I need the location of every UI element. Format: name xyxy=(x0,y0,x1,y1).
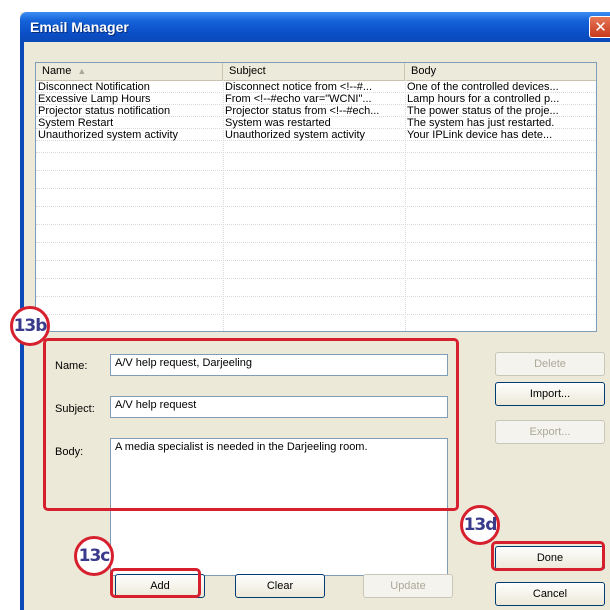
row-name: System Restart xyxy=(38,117,114,129)
row-name: Projector status notification xyxy=(38,105,171,117)
row-body: The power status of the proje... xyxy=(407,105,559,117)
grid-line xyxy=(36,188,596,189)
list-header: Name ▲ Subject Body xyxy=(36,63,596,81)
callout-done-highlight xyxy=(491,541,605,571)
callout-badge-13c: 13c xyxy=(74,536,114,576)
grid-line xyxy=(36,224,596,225)
column-header-body[interactable]: Body xyxy=(405,63,596,80)
column-header-label: Subject xyxy=(229,65,266,77)
list-row[interactable]: Excessive Lamp Hours From <!--#echo var=… xyxy=(36,93,596,105)
row-body: The system has just restarted. xyxy=(407,117,555,129)
grid-line xyxy=(36,296,596,297)
sort-ascending-icon: ▲ xyxy=(77,66,87,76)
row-body: One of the controlled devices... xyxy=(407,81,559,93)
row-subject: System was restarted xyxy=(225,117,331,129)
column-header-name[interactable]: Name ▲ xyxy=(36,63,223,80)
grid-line xyxy=(36,152,596,153)
list-row[interactable]: Projector status notification Projector … xyxy=(36,105,596,117)
window-title: Email Manager xyxy=(30,19,129,35)
close-button[interactable]: ✕ xyxy=(589,16,610,38)
row-body: Lamp hours for a controlled p... xyxy=(407,93,560,105)
column-header-subject[interactable]: Subject xyxy=(223,63,405,80)
callout-form-highlight xyxy=(43,338,459,511)
delete-button[interactable]: Delete xyxy=(495,352,605,376)
row-name: Disconnect Notification xyxy=(38,81,150,93)
row-subject: Unauthorized system activity xyxy=(225,129,365,141)
update-button[interactable]: Update xyxy=(363,574,453,598)
grid-line xyxy=(36,278,596,279)
row-subject: Disconnect notice from <!--#... xyxy=(225,81,373,93)
cancel-button[interactable]: Cancel xyxy=(495,582,605,606)
callout-add-highlight xyxy=(110,568,201,598)
list-row[interactable]: Unauthorized system activity Unauthorize… xyxy=(36,129,596,141)
row-subject: Projector status from <!--#ech... xyxy=(225,105,380,117)
grid-line xyxy=(36,170,596,171)
list-row[interactable]: Disconnect Notification Disconnect notic… xyxy=(36,81,596,93)
title-bar[interactable]: Email Manager ✕ xyxy=(20,12,610,42)
row-subject: From <!--#echo var="WCNI"... xyxy=(225,93,372,105)
callout-badge-13d: 13d xyxy=(460,505,500,545)
clear-button[interactable]: Clear xyxy=(235,574,325,598)
row-name: Excessive Lamp Hours xyxy=(38,93,151,105)
export-button[interactable]: Export... xyxy=(495,420,605,444)
grid-line xyxy=(36,314,596,315)
grid-line xyxy=(36,206,596,207)
list-row[interactable]: System Restart System was restarted The … xyxy=(36,117,596,129)
callout-badge-13b: 13b xyxy=(10,306,50,346)
row-body: Your IPLink device has dete... xyxy=(407,129,553,141)
grid-line xyxy=(36,260,596,261)
email-manager-window: Email Manager ✕ Name ▲ Subject Body Disc… xyxy=(20,12,610,610)
column-header-label: Name xyxy=(42,65,72,77)
row-name: Unauthorized system activity xyxy=(38,129,178,141)
column-header-label: Body xyxy=(411,65,437,77)
grid-line xyxy=(36,242,596,243)
import-button[interactable]: Import... xyxy=(495,382,605,406)
close-icon: ✕ xyxy=(594,19,607,36)
email-list[interactable]: Name ▲ Subject Body Disconnect Notificati… xyxy=(35,62,597,332)
